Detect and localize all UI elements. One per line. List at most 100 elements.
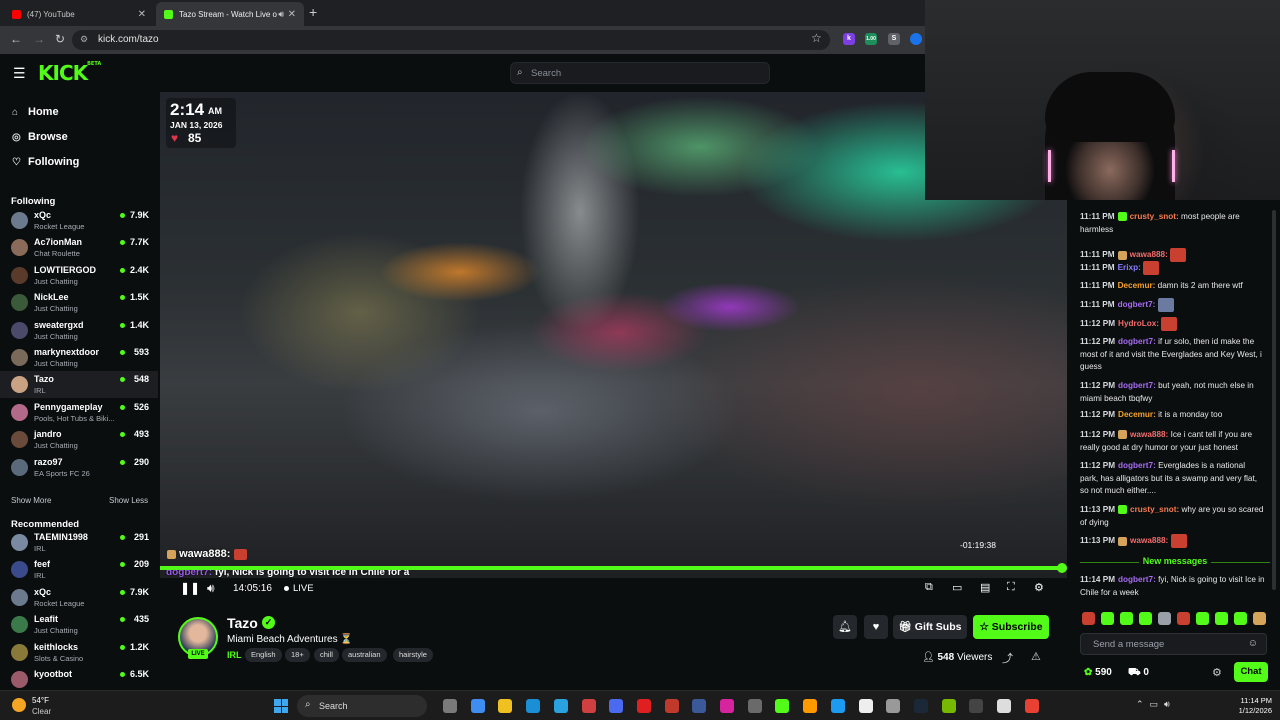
chat-username[interactable]: Erixp: bbox=[1118, 263, 1141, 272]
follow-heart-button[interactable]: ♥ bbox=[864, 615, 888, 639]
taskbar-app-icon[interactable] bbox=[581, 699, 596, 713]
taskbar-search[interactable]: ⌕ Search bbox=[297, 695, 427, 717]
sidebar-channel-tazo[interactable]: Tazo IRL 548 bbox=[0, 371, 158, 399]
sidebar-channel-kyootbot[interactable]: kyootbot 6.5K bbox=[0, 666, 158, 690]
chat-username[interactable]: HydroLox: bbox=[1118, 319, 1159, 328]
site-info-icon[interactable]: ⚙︎ bbox=[80, 34, 88, 45]
show-more-link[interactable]: Show More bbox=[11, 496, 51, 505]
system-tray[interactable]: ⌃▭🔊︎ bbox=[1136, 699, 1176, 710]
sidebar-channel-taemin1998[interactable]: TAEMIN1998 IRL 291 bbox=[0, 529, 158, 556]
subscribe-button[interactable]: ☆ Subscribe bbox=[973, 615, 1049, 639]
stream-category[interactable]: IRL bbox=[227, 650, 242, 660]
bookmark-star-icon[interactable]: ☆ bbox=[811, 31, 822, 45]
taskbar-app-icon[interactable] bbox=[886, 699, 901, 713]
taskbar-app-icon[interactable] bbox=[830, 699, 845, 713]
chat-username[interactable]: Decemur: bbox=[1118, 281, 1156, 290]
chat-username[interactable]: dogbert7: bbox=[1118, 337, 1156, 346]
search-input[interactable]: ⌕ Search bbox=[510, 62, 770, 84]
taskbar-app-icon[interactable] bbox=[803, 699, 818, 713]
seek-bar[interactable] bbox=[160, 563, 1067, 573]
speaker-icon[interactable]: 🔊︎ bbox=[278, 9, 284, 20]
quick-emote-icon[interactable] bbox=[1158, 612, 1171, 625]
taskbar-app-icon[interactable] bbox=[775, 699, 790, 713]
taskbar-app-icon[interactable] bbox=[664, 699, 679, 713]
sidebar-channel-keithlocks[interactable]: keithlocks Slots & Casino 1.2K bbox=[0, 639, 158, 666]
tab-kick[interactable]: Tazo Stream - Watch Live o 🔊︎ ✕ bbox=[156, 2, 304, 26]
taskbar-app-icon[interactable] bbox=[720, 699, 734, 713]
sidebar-nav-browse[interactable]: ◎ Browse bbox=[12, 128, 68, 146]
settings-gear-icon[interactable]: ⚙︎ bbox=[1034, 581, 1044, 594]
taskbar-app-icon[interactable] bbox=[969, 699, 984, 713]
quick-emote-icon[interactable] bbox=[1120, 612, 1133, 625]
tab-youtube[interactable]: (47) YouTube ✕ bbox=[4, 2, 154, 26]
show-less-link[interactable]: Show Less bbox=[109, 496, 148, 505]
back-icon[interactable]: ← bbox=[10, 32, 22, 46]
sidebar-nav-following[interactable]: ♡ Following bbox=[12, 153, 79, 171]
tag-hairstyle[interactable]: hairstyle bbox=[393, 648, 433, 662]
chat-username[interactable]: wawa888: bbox=[1130, 250, 1168, 259]
address-bar[interactable]: ⚙︎ kick.com/tazo bbox=[72, 30, 830, 50]
quick-emote-icon[interactable] bbox=[1196, 612, 1209, 625]
taskbar-app-icon[interactable] bbox=[1024, 699, 1039, 713]
extension-kick-icon[interactable]: k bbox=[843, 33, 855, 45]
tag-18-plus[interactable]: 18+ bbox=[285, 648, 310, 662]
sidebar-channel-lowtiergod[interactable]: LOWTIERGOD Just Chatting 2.4K bbox=[0, 262, 158, 289]
chat-input[interactable]: Send a message ☺ bbox=[1080, 633, 1267, 655]
emoji-icon[interactable]: ☺ bbox=[1248, 638, 1258, 649]
notification-bell-button[interactable]: 🔔︎ bbox=[833, 615, 857, 639]
quick-emote-icon[interactable] bbox=[1177, 612, 1190, 625]
taskbar-app-icon[interactable] bbox=[498, 699, 513, 713]
share-icon[interactable]: ⤴ bbox=[1002, 650, 1013, 666]
volume-icon[interactable]: 🔊︎ bbox=[207, 581, 215, 596]
quick-emote-icon[interactable] bbox=[1215, 612, 1228, 625]
chat-username[interactable]: crusty_snot: bbox=[1130, 505, 1179, 514]
sidebar-channel-xqc[interactable]: xQc Rocket League 7.9K bbox=[0, 207, 158, 234]
drops-counter[interactable]: ⛟ 0 bbox=[1128, 667, 1149, 680]
sidebar-channel-markynextdoor[interactable]: markynextdoor Just Chatting 593 bbox=[0, 344, 158, 371]
close-tab-icon[interactable]: ✕ bbox=[138, 9, 146, 20]
kick-logo[interactable]: KICKBETA bbox=[38, 61, 101, 85]
sidebar-channel-pennygameplay[interactable]: Pennygameplay Pools, Hot Tubs & Biki... 52… bbox=[0, 399, 158, 426]
tag-australian[interactable]: australian bbox=[342, 648, 387, 662]
sidebar-channel-jandro[interactable]: jandro Just Chatting 493 bbox=[0, 426, 158, 453]
sidebar-channel-razo97[interactable]: razo97 EA Sports FC 26 290 bbox=[0, 454, 158, 481]
quick-emote-icon[interactable] bbox=[1101, 612, 1114, 625]
chat-username[interactable]: wawa888: bbox=[1130, 430, 1168, 439]
close-tab-icon[interactable]: ✕ bbox=[288, 9, 296, 20]
quick-emote-icon[interactable] bbox=[1139, 612, 1152, 625]
quick-emote-icon[interactable] bbox=[1234, 612, 1247, 625]
chat-scrollbar[interactable] bbox=[1272, 210, 1276, 590]
sidebar-channel-nicklee[interactable]: NickLee Just Chatting 1.5K bbox=[0, 289, 158, 316]
taskbar-app-icon[interactable] bbox=[858, 699, 873, 713]
pip-icon[interactable]: ⧉ bbox=[925, 581, 933, 594]
taskbar-app-icon[interactable] bbox=[443, 699, 457, 713]
theater-mode-icon[interactable]: ▤ bbox=[980, 581, 990, 594]
sidebar-channel-sweatergxd[interactable]: sweatergxd Just Chatting 1.4K bbox=[0, 317, 158, 344]
extension-s-icon[interactable]: S bbox=[888, 33, 900, 45]
reload-icon[interactable]: ↻ bbox=[55, 32, 65, 46]
new-messages-label[interactable]: New messages bbox=[1080, 556, 1270, 566]
chat-send-button[interactable]: Chat bbox=[1234, 662, 1268, 682]
report-icon[interactable]: ⚠︎ bbox=[1031, 650, 1041, 663]
taskbar-app-icon[interactable] bbox=[747, 699, 762, 713]
quick-emote-icon[interactable] bbox=[1253, 612, 1266, 625]
streamer-name[interactable]: Tazo bbox=[227, 615, 258, 631]
extension-profile-icon[interactable] bbox=[910, 33, 922, 45]
taskbar-app-icon[interactable] bbox=[913, 699, 928, 713]
chat-username[interactable]: dogbert7: bbox=[1118, 300, 1156, 309]
windows-start-icon[interactable] bbox=[274, 699, 288, 713]
fullscreen-icon[interactable]: ⛶ bbox=[1007, 581, 1015, 594]
taskbar-app-icon[interactable] bbox=[609, 699, 624, 713]
menu-icon[interactable]: ☰ bbox=[13, 65, 26, 82]
clip-icon[interactable]: ▭ bbox=[952, 581, 962, 594]
tag-chill[interactable]: chill bbox=[314, 648, 339, 662]
chat-username[interactable]: crusty_snot: bbox=[1130, 212, 1179, 221]
seek-handle[interactable] bbox=[1057, 563, 1067, 573]
sidebar-channel-xqc[interactable]: xQc Rocket League 7.9K bbox=[0, 584, 158, 611]
chat-settings-icon[interactable]: ⚙︎ bbox=[1212, 666, 1222, 679]
extension-price-icon[interactable]: 1.00 bbox=[865, 33, 877, 45]
live-indicator[interactable]: LIVE bbox=[284, 583, 314, 594]
taskbar-app-icon[interactable] bbox=[941, 699, 956, 713]
taskbar-clock[interactable]: 11:14 PM 1/12/2026 bbox=[1226, 696, 1272, 716]
sidebar-channel-ac7ionman[interactable]: Ac7ionMan Chat Roulette 7.7K bbox=[0, 234, 158, 261]
